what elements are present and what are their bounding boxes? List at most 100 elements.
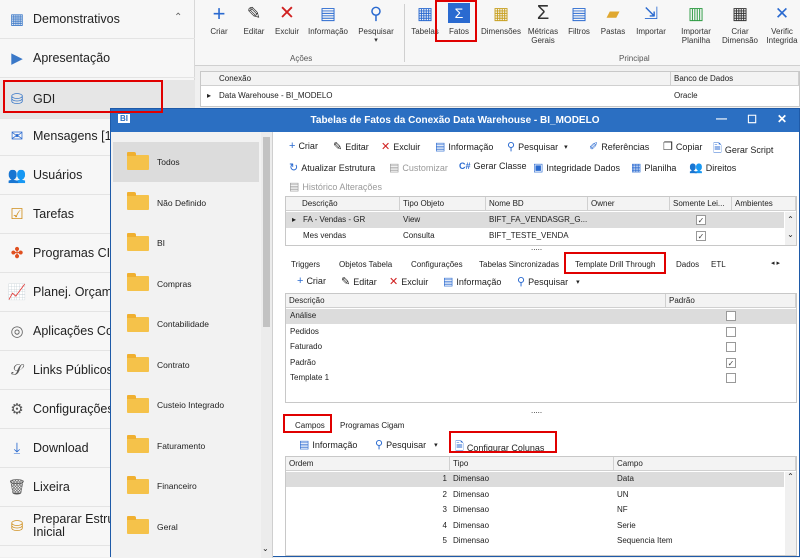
column-header[interactable]: Ordem <box>286 457 450 471</box>
scrollbar[interactable]: ⌄ <box>261 132 272 558</box>
template-info-button[interactable]: ▤ Informação <box>443 275 501 288</box>
folder-item[interactable]: Compras <box>113 264 259 304</box>
table-cell[interactable]: Dimensao <box>450 534 492 548</box>
dimensions-button[interactable]: ▦ Dimensões <box>480 3 522 49</box>
column-header[interactable]: Padrão <box>666 294 796 308</box>
table-cell[interactable]: Data <box>614 472 637 486</box>
database-name[interactable]: Oracle <box>671 89 701 103</box>
create-button[interactable]: + Criar <box>204 2 234 49</box>
table-cell[interactable]: 1 <box>286 472 450 486</box>
column-header[interactable]: Nome BD <box>486 197 588 211</box>
delete-button[interactable]: ✕ Excluir <box>381 140 420 153</box>
tab-table-objects[interactable]: Objetos Tabela <box>339 260 392 269</box>
scrollbar[interactable]: ⌃ <box>785 472 796 555</box>
default-checkbox[interactable] <box>726 342 736 352</box>
table-cell[interactable]: UN <box>614 488 632 502</box>
table-cell[interactable]: BIFT_TESTE_VENDA <box>486 229 572 243</box>
splitter-handle[interactable]: ..... <box>531 243 542 252</box>
sidebar-item-1[interactable]: ▶ Apresentação <box>0 39 195 78</box>
tab-triggers[interactable]: Triggers <box>291 260 320 269</box>
search-button[interactable]: ⚲ Pesquisar ▾ <box>355 3 397 49</box>
history-button[interactable]: ▤ Histórico Alterações <box>289 180 382 193</box>
folder-item[interactable]: Geral <box>113 507 259 547</box>
table-cell[interactable]: Consulta <box>400 229 438 243</box>
template-search-button[interactable]: ⚲ Pesquisar ▾ <box>517 275 580 288</box>
table-cell[interactable]: Padrão <box>287 356 319 370</box>
table-cell[interactable]: 2 <box>286 488 450 502</box>
tab-scroll-icon[interactable]: ◂ ▸ <box>771 259 780 267</box>
tab-synced-tables[interactable]: Tabelas Sincronizadas <box>479 260 559 269</box>
verify-integrity-button[interactable]: ✕ Verific Integrida <box>764 3 800 49</box>
filters-button[interactable]: ▤ Filtros <box>565 3 593 49</box>
column-header[interactable]: Conexão <box>201 72 671 86</box>
folder-item[interactable]: BI <box>113 223 259 263</box>
column-header[interactable]: Campo <box>614 457 796 471</box>
connection-name[interactable]: Data Warehouse - BI_MODELO <box>216 89 336 103</box>
column-header[interactable]: Banco de Dados <box>671 72 799 86</box>
folder-item[interactable]: Financeiro <box>113 466 259 506</box>
references-button[interactable]: ✐ Referências <box>589 140 649 153</box>
readonly-checkbox[interactable]: ✓ <box>696 231 706 241</box>
folder-item[interactable]: Contrato <box>113 345 259 385</box>
create-button[interactable]: + Criar <box>289 140 318 152</box>
column-header[interactable]: Descrição <box>286 197 400 211</box>
folder-item[interactable]: Contabilidade <box>113 304 259 344</box>
edit-button[interactable]: ✎ Editar <box>239 3 269 49</box>
rights-button[interactable]: 👥 Direitos <box>689 161 736 174</box>
refresh-structure-button[interactable]: ↻ Atualizar Estrutura <box>289 161 375 174</box>
table-cell[interactable]: Mes vendas <box>300 229 349 243</box>
fields-search-button[interactable]: ⚲ Pesquisar ▾ <box>375 438 438 451</box>
import-button[interactable]: ⇲ Importar <box>633 3 669 49</box>
sidebar-item-0[interactable]: ▦ Demonstrativos <box>0 0 195 39</box>
info-button[interactable]: ▤ Informação <box>435 140 493 153</box>
table-cell[interactable]: Dimensao <box>450 503 492 517</box>
default-checkbox[interactable] <box>726 311 736 321</box>
search-button[interactable]: ⚲ Pesquisar ▾ <box>507 140 568 153</box>
table-cell[interactable]: Serie <box>614 519 639 533</box>
table-cell[interactable]: Dimensao <box>450 472 492 486</box>
column-header[interactable]: Owner <box>588 197 670 211</box>
table-cell[interactable]: BIFT_FA_VENDASGR_G... <box>486 213 590 227</box>
minimize-icon[interactable]: — <box>716 113 727 125</box>
table-cell[interactable]: Template 1 <box>287 371 332 385</box>
table-cell[interactable]: 5 <box>286 534 450 548</box>
column-header[interactable]: Descrição <box>286 294 666 308</box>
tab-cigam-programs[interactable]: Programas Cigam <box>340 421 404 430</box>
generate-script-button[interactable]: 🗎 Gerar Script <box>713 140 773 159</box>
chevron-down-icon[interactable]: ⌄ <box>262 544 269 553</box>
customize-button[interactable]: ▤ Customizar <box>389 161 448 174</box>
window-titlebar[interactable]: BI Tabelas de Fatos da Conexão Data Ware… <box>111 109 799 132</box>
close-icon[interactable]: ✕ <box>777 112 787 126</box>
column-header[interactable]: Tipo <box>450 457 614 471</box>
splitter-handle[interactable]: ..... <box>531 406 542 415</box>
template-delete-button[interactable]: ✕ Excluir <box>389 275 428 288</box>
import-spreadsheet-button[interactable]: ▥ Importar Planilha <box>676 3 716 49</box>
info-button[interactable]: ▤ Informação <box>305 3 351 49</box>
generate-class-button[interactable]: C# Gerar Classe <box>459 161 527 171</box>
table-cell[interactable]: 4 <box>286 519 450 533</box>
default-checkbox[interactable]: ✓ <box>726 357 736 368</box>
default-checkbox[interactable] <box>726 326 736 337</box>
data-integrity-button[interactable]: ▣ Integridade Dados <box>533 161 620 174</box>
folders-button[interactable]: ▰ Pastas <box>598 3 628 49</box>
table-cell[interactable]: Análise <box>287 309 319 323</box>
fields-info-button[interactable]: ▤ Informação <box>299 438 357 451</box>
spreadsheet-button[interactable]: ▦ Planilha <box>631 161 676 174</box>
delete-button[interactable]: ✕ Excluir <box>271 3 303 49</box>
table-cell[interactable]: FA - Vendas - GR <box>300 213 368 227</box>
table-cell[interactable]: View <box>400 213 423 227</box>
template-create-button[interactable]: + Criar <box>297 275 326 287</box>
table-cell[interactable]: Dimensao <box>450 488 492 502</box>
create-dimension-button[interactable]: ▦ Criar Dimensão <box>720 3 760 49</box>
column-header[interactable]: Tipo Objeto <box>400 197 486 211</box>
table-cell[interactable]: Faturado <box>287 340 325 354</box>
folder-item[interactable]: Custeio Integrado <box>113 385 259 425</box>
folder-item[interactable]: Faturamento <box>113 426 259 466</box>
template-edit-button[interactable]: ✎ Editar <box>341 275 377 288</box>
default-checkbox[interactable] <box>726 373 736 383</box>
table-cell[interactable]: Dimensao <box>450 519 492 533</box>
scrollbar[interactable]: ⌃ ⌄ <box>785 212 796 245</box>
folder-item[interactable]: Todos <box>113 142 259 182</box>
chevron-up-icon[interactable]: ⌃ <box>174 12 182 23</box>
edit-button[interactable]: ✎ Editar <box>333 140 369 153</box>
